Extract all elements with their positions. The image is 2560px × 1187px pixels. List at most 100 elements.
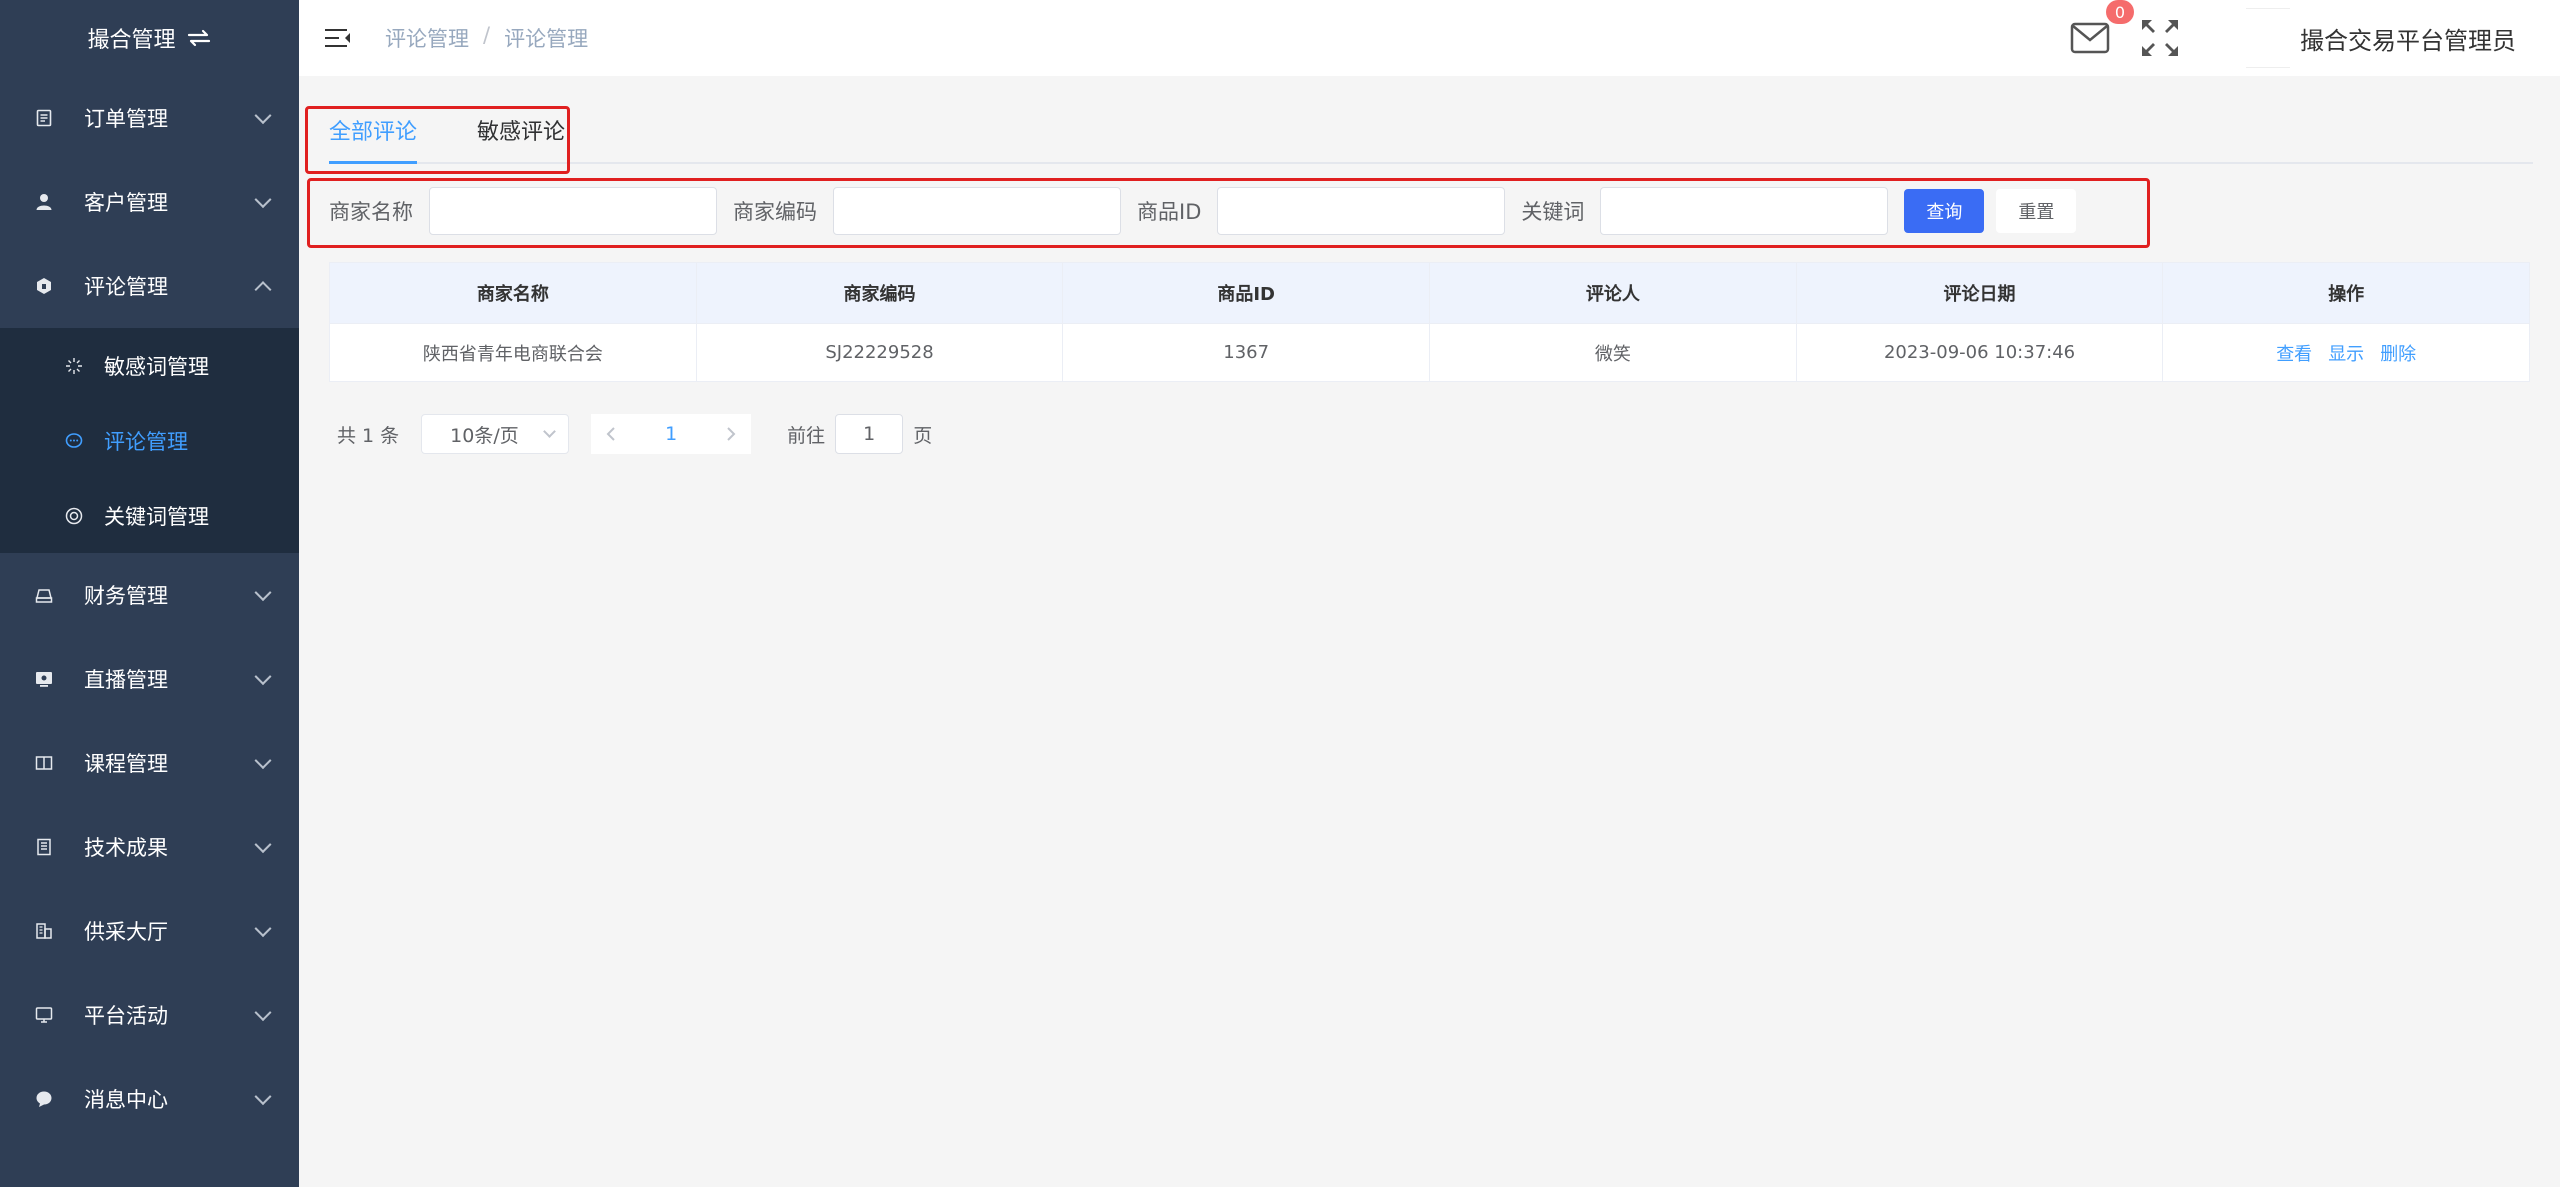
breadcrumb-item-current: 评论管理 xyxy=(504,27,589,51)
sidebar-item-activities[interactable]: 平台活动 xyxy=(0,973,299,1057)
next-page-button[interactable] xyxy=(711,414,752,454)
breadcrumb: 评论管理 / 评论管理 xyxy=(385,23,588,53)
show-link[interactable]: 显示 xyxy=(2328,340,2364,366)
view-link[interactable]: 查看 xyxy=(2276,340,2312,366)
document-icon xyxy=(34,108,54,128)
sidebar-subitem-label: 关键词管理 xyxy=(104,504,209,529)
chevron-down-icon xyxy=(254,191,272,209)
chevron-down-icon xyxy=(254,668,272,686)
goto-page-input[interactable]: 1 xyxy=(835,414,904,454)
sidebar-item-label: 评论管理 xyxy=(84,275,168,299)
chevron-down-icon xyxy=(543,425,557,438)
avatar[interactable] xyxy=(2246,8,2290,68)
sidebar-subitem-sensitive-words[interactable]: 敏感词管理 xyxy=(0,328,299,403)
breadcrumb-item[interactable]: 评论管理 xyxy=(385,23,469,53)
cell-date: 2023-09-06 10:37:46 xyxy=(1797,324,2164,381)
monitor-icon xyxy=(34,1005,54,1025)
cell-code: SJ22229528 xyxy=(697,324,1064,381)
sidebar-item-label: 平台活动 xyxy=(84,1004,168,1028)
sidebar-item-finance[interactable]: 财务管理 xyxy=(0,553,299,637)
column-header: 评论人 xyxy=(1430,263,1797,323)
fullscreen-icon[interactable] xyxy=(2138,16,2182,60)
page-number[interactable]: 1 xyxy=(631,414,712,454)
reviews-submenu: 敏感词管理 评论管理 关键词管理 xyxy=(0,328,299,553)
brand-title: 撮合管理 xyxy=(87,28,176,53)
sidebar-item-label: 技术成果 xyxy=(84,836,168,860)
page-size-value: 10条/页 xyxy=(450,424,519,447)
table-header: 商家名称 商家编码 商品ID 评论人 评论日期 操作 xyxy=(330,263,2529,323)
building-icon xyxy=(34,921,54,941)
header-actions: 0 撮合交易平台管理员 xyxy=(2070,0,2516,76)
sidebar-item-procurement[interactable]: 供采大厅 xyxy=(0,889,299,973)
pagination-total: 共 1 条 xyxy=(337,424,400,447)
chevron-down-icon xyxy=(254,1004,272,1022)
chat-icon xyxy=(64,431,84,451)
chevron-down-icon xyxy=(254,836,272,854)
sidebar-subitem-label: 评论管理 xyxy=(104,429,188,454)
cell-product-id: 1367 xyxy=(1063,324,1431,381)
top-header: 评论管理 / 评论管理 0 撮合交易平台管理员 xyxy=(299,0,2560,76)
sidebar-subitem-reviews[interactable]: 评论管理 xyxy=(0,403,299,478)
column-header: 商家名称 xyxy=(330,263,697,323)
sidebar-item-label: 课程管理 xyxy=(84,752,168,776)
live-icon xyxy=(34,669,54,689)
chevron-left-icon xyxy=(606,427,615,441)
sidebar-subitem-keywords[interactable]: 关键词管理 xyxy=(0,478,299,553)
cell-reviewer: 微笑 xyxy=(1430,324,1797,381)
chevron-down-icon xyxy=(254,920,272,938)
table-row: 陕西省青年电商联合会 SJ22229528 1367 微笑 2023-09-06… xyxy=(330,323,2529,381)
delete-link[interactable]: 删除 xyxy=(2380,340,2416,366)
sidebar-item-label: 消息中心 xyxy=(84,1088,168,1112)
chevron-right-icon xyxy=(727,427,736,441)
breadcrumb-separator: / xyxy=(483,23,491,47)
column-header: 商家编码 xyxy=(697,263,1064,323)
column-header: 评论日期 xyxy=(1797,263,2164,323)
mail-icon[interactable]: 0 xyxy=(2070,0,2134,54)
goto-suffix: 页 xyxy=(913,424,933,447)
finance-icon xyxy=(34,585,54,605)
sidebar: 撮合管理 订单管理 客户管理 评论管理 敏感词管理 评论管理 关键词管理 财务管… xyxy=(0,0,299,1187)
chevron-down-icon xyxy=(254,752,272,770)
sidebar-item-courses[interactable]: 课程管理 xyxy=(0,721,299,805)
main-content: 全部评论 敏感评论 商家名称 商家编码 商品ID 关键词 查询 重置 商家名称 … xyxy=(299,76,2560,1187)
column-header: 操作 xyxy=(2328,284,2365,305)
sidebar-item-label: 供采大厅 xyxy=(84,920,168,944)
sidebar-item-messages[interactable]: 消息中心 xyxy=(0,1057,299,1141)
prev-page-button[interactable] xyxy=(591,414,632,454)
sidebar-subitem-label: 敏感词管理 xyxy=(104,354,209,379)
sidebar-item-label: 客户管理 xyxy=(84,191,168,215)
review-tabs: 全部评论 敏感评论 xyxy=(329,114,2533,164)
chevron-down-icon xyxy=(254,584,272,602)
sparkle-icon xyxy=(64,356,84,376)
book-icon xyxy=(34,753,54,773)
brand[interactable]: 撮合管理 xyxy=(0,0,299,76)
sidebar-item-label: 财务管理 xyxy=(84,584,168,608)
reviews-table: 商家名称 商家编码 商品ID 评论人 评论日期 操作 陕西省青年电商联合会 SJ… xyxy=(329,262,2530,382)
goto-prefix: 前往 xyxy=(787,424,826,447)
sidebar-item-tech-results[interactable]: 技术成果 xyxy=(0,805,299,889)
sidebar-item-customers[interactable]: 客户管理 xyxy=(0,160,299,244)
cell-merchant: 陕西省青年电商联合会 xyxy=(330,324,697,381)
page-size-select[interactable]: 10条/页 xyxy=(421,414,570,454)
chevron-down-icon xyxy=(254,107,272,125)
username[interactable]: 撮合交易平台管理员 xyxy=(2300,21,2516,56)
menu-toggle-icon[interactable] xyxy=(325,27,351,49)
target-icon xyxy=(64,506,84,526)
message-icon xyxy=(34,1089,54,1109)
pagination: 共 1 条 10条/页 1 前往 1 页 xyxy=(337,414,932,454)
user-icon xyxy=(34,192,54,212)
sidebar-item-live[interactable]: 直播管理 xyxy=(0,637,299,721)
sidebar-item-reviews[interactable]: 评论管理 xyxy=(0,244,299,328)
sidebar-item-label: 订单管理 xyxy=(84,107,168,131)
chevron-up-icon xyxy=(254,281,272,299)
sidebar-item-orders[interactable]: 订单管理 xyxy=(0,76,299,160)
cell-actions: 查看 显示 删除 xyxy=(2163,324,2529,381)
highlight-box-filters xyxy=(307,178,2150,248)
chevron-down-icon xyxy=(254,1088,272,1106)
highlight-box-tabs xyxy=(305,106,570,174)
notification-badge: 0 xyxy=(2106,0,2134,24)
sidebar-item-label: 直播管理 xyxy=(84,668,168,692)
comment-box-icon xyxy=(34,276,54,296)
report-icon xyxy=(34,837,54,857)
swap-icon[interactable] xyxy=(186,27,212,49)
